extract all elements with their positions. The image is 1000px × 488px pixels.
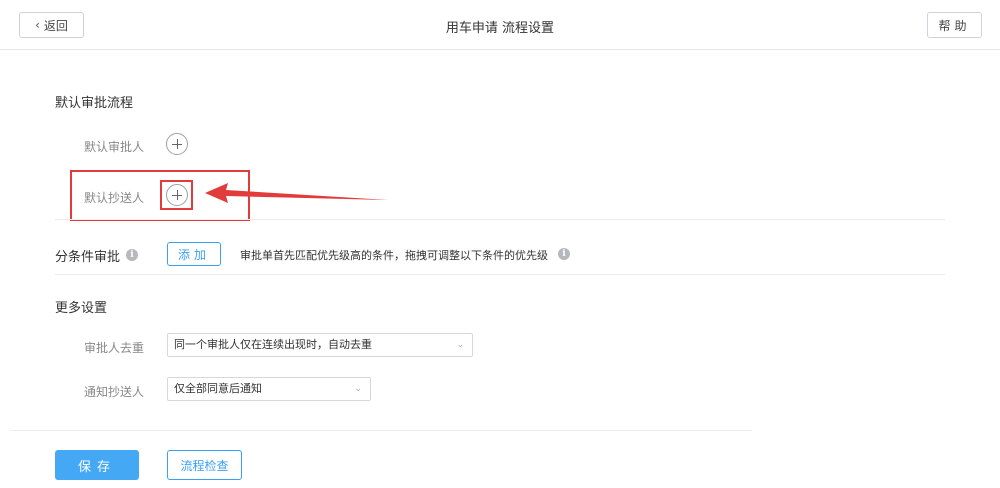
notify-cc-select-value: 仅全部同意后通知 xyxy=(174,382,262,395)
chevron-down-icon: ⌄ xyxy=(354,384,362,394)
divider xyxy=(10,430,752,431)
divider xyxy=(55,274,945,275)
conditional-approval-label: 分条件审批 xyxy=(55,250,121,265)
dedupe-label: 审批人去重 xyxy=(84,341,145,355)
flow-check-button[interactable]: 流程检查 xyxy=(167,450,242,480)
dedupe-select[interactable]: 同一个审批人仅在连续出现时，自动去重 ⌄ xyxy=(167,333,473,357)
add-condition-button[interactable]: 添加 xyxy=(167,242,221,266)
notify-cc-label: 通知抄送人 xyxy=(84,385,145,399)
info-icon[interactable]: i xyxy=(126,249,138,261)
chevron-down-icon: ⌄ xyxy=(456,340,464,350)
notify-cc-select[interactable]: 仅全部同意后通知 ⌄ xyxy=(167,377,371,401)
save-button[interactable]: 保存 xyxy=(55,450,139,480)
arrow-annotation xyxy=(205,183,388,203)
dedupe-select-value: 同一个审批人仅在连续出现时，自动去重 xyxy=(174,338,372,351)
divider xyxy=(55,219,945,220)
info-icon[interactable]: i xyxy=(558,248,570,260)
conditional-hint: 审批单首先匹配优先级高的条件，拖拽可调整以下条件的优先级 xyxy=(240,249,548,262)
more-settings-title: 更多设置 xyxy=(55,301,108,316)
